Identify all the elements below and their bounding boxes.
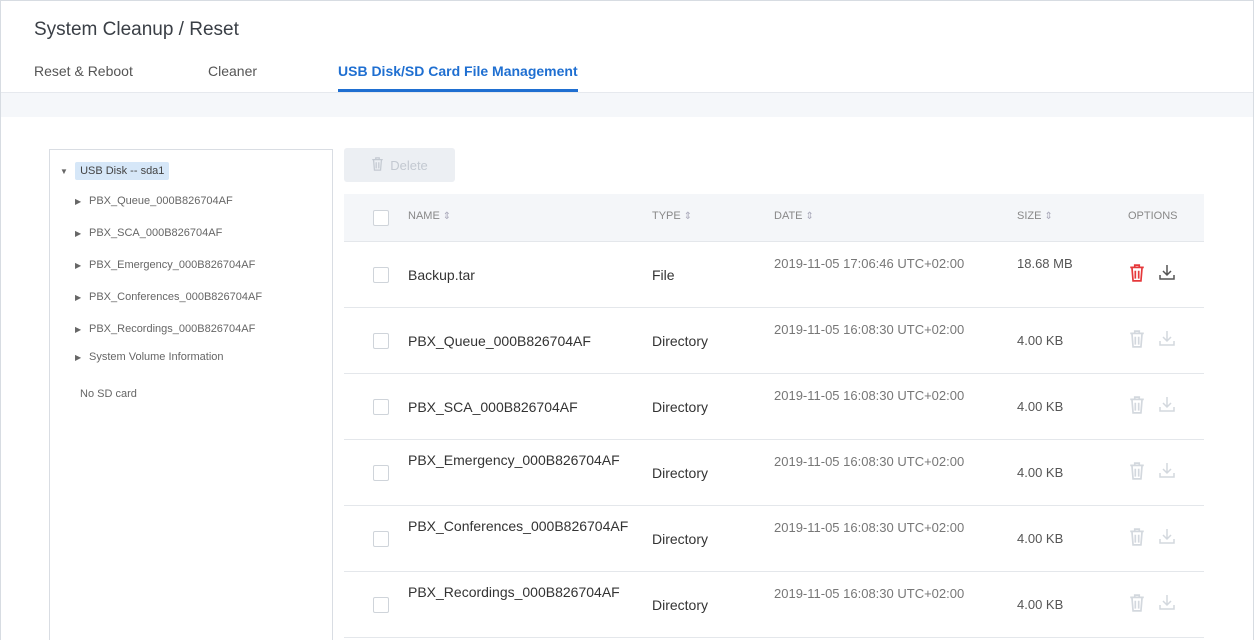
tree-item-system-volume[interactable]: ▶ System Volume Information xyxy=(75,351,224,363)
file-date: 2019-11-05 16:08:30 UTC+02:00 xyxy=(774,322,965,337)
row-checkbox[interactable] xyxy=(373,597,389,613)
trash-icon[interactable] xyxy=(1128,264,1146,282)
column-header-name[interactable]: NAME ⇕ xyxy=(408,210,451,222)
table-row[interactable]: PBX_Recordings_000B826704AF Directory 2019… xyxy=(344,572,1204,638)
tree-item-label: PBX_Recordings_000B826704AF xyxy=(89,323,256,335)
tree-root-label: USB Disk -- sda1 xyxy=(75,162,170,180)
caret-down-icon: ▼ xyxy=(60,167,68,176)
file-size: 4.00 KB xyxy=(1017,531,1064,546)
table-row[interactable]: Backup.tar File 2019-11-05 17:06:46 UTC+02… xyxy=(344,242,1204,308)
file-date: 2019-11-05 16:08:30 UTC+02:00 xyxy=(774,454,965,469)
download-icon[interactable] xyxy=(1158,461,1176,479)
caret-right-icon: ▶ xyxy=(75,293,82,302)
file-size: 4.00 KB xyxy=(1017,465,1064,480)
caret-right-icon: ▶ xyxy=(75,197,82,206)
delete-button[interactable]: Delete xyxy=(344,148,455,182)
file-size: 4.00 KB xyxy=(1017,597,1064,612)
file-type: Directory xyxy=(652,465,709,481)
file-type: File xyxy=(652,267,675,283)
table-row[interactable]: PBX_Conferences_000B826704AF Directory 201… xyxy=(344,506,1204,572)
tree-item-label: System Volume Information xyxy=(89,351,224,363)
download-icon[interactable] xyxy=(1158,329,1176,347)
trash-icon[interactable] xyxy=(1128,528,1146,546)
file-name: PBX_Conferences_000B826704AF xyxy=(408,518,629,534)
caret-right-icon: ▶ xyxy=(75,353,82,362)
row-checkbox[interactable] xyxy=(373,333,389,349)
table-row[interactable]: PBX_Emergency_000B826704AF Directory 2019-… xyxy=(344,440,1204,506)
tree-item-label: PBX_SCA_000B826704AF xyxy=(89,227,223,239)
app-window: System Cleanup / Reset Reset & Reboot Cl… xyxy=(0,0,1254,640)
tree-root-usb-disk[interactable]: ▼ USB Disk -- sda1 xyxy=(60,162,170,180)
tree-item-label: PBX_Queue_000B826704AF xyxy=(89,195,233,207)
caret-right-icon: ▶ xyxy=(75,229,82,238)
file-date: 2019-11-05 16:08:30 UTC+02:00 xyxy=(774,586,965,601)
tab-cleaner[interactable]: Cleaner xyxy=(208,63,257,79)
row-checkbox[interactable] xyxy=(373,531,389,547)
column-header-type[interactable]: TYPE ⇕ xyxy=(652,210,692,222)
trash-icon[interactable] xyxy=(1128,330,1146,348)
column-header-options: OPTIONS xyxy=(1128,210,1178,222)
file-date: 2019-11-05 16:08:30 UTC+02:00 xyxy=(774,388,965,403)
download-icon[interactable] xyxy=(1158,593,1176,611)
caret-right-icon: ▶ xyxy=(75,325,82,334)
download-icon[interactable] xyxy=(1158,527,1176,545)
file-name: PBX_Emergency_000B826704AF xyxy=(408,452,620,468)
caret-right-icon: ▶ xyxy=(75,261,82,270)
sort-icon: ⇕ xyxy=(805,211,814,222)
download-icon[interactable] xyxy=(1158,395,1176,413)
column-header-label: TYPE xyxy=(652,210,681,222)
tree-item-conferences[interactable]: ▶ PBX_Conferences_000B826704AF xyxy=(75,291,262,303)
file-name: Backup.tar xyxy=(408,267,475,283)
column-header-size[interactable]: SIZE ⇕ xyxy=(1017,210,1053,222)
table-row[interactable]: PBX_Queue_000B826704AF Directory 2019-11-0… xyxy=(344,308,1204,374)
column-header-date[interactable]: DATE ⇕ xyxy=(774,210,814,222)
column-header-label: NAME xyxy=(408,210,440,222)
page-header: System Cleanup / Reset Reset & Reboot Cl… xyxy=(1,1,1253,93)
tree-item-emergency[interactable]: ▶ PBX_Emergency_000B826704AF xyxy=(75,259,255,271)
file-date: 2019-11-05 17:06:46 UTC+02:00 xyxy=(774,256,965,271)
tab-reset-reboot[interactable]: Reset & Reboot xyxy=(34,63,133,79)
sort-icon: ⇕ xyxy=(442,211,452,222)
row-checkbox[interactable] xyxy=(373,267,389,283)
table-header: NAME ⇕ TYPE ⇕ DATE ⇕ SIZE ⇕ OPTIONS xyxy=(344,194,1204,242)
trash-icon[interactable] xyxy=(1128,462,1146,480)
file-tree: ▼ USB Disk -- sda1 ▶ PBX_Queue_000B826704… xyxy=(49,149,333,640)
file-date: 2019-11-05 16:08:30 UTC+02:00 xyxy=(774,520,965,535)
tree-item-sca[interactable]: ▶ PBX_SCA_000B826704AF xyxy=(75,227,222,239)
select-all-checkbox[interactable] xyxy=(373,210,389,226)
column-header-label: SIZE xyxy=(1017,210,1042,222)
page-title: System Cleanup / Reset xyxy=(34,19,239,40)
tree-item-label: PBX_Emergency_000B826704AF xyxy=(89,259,256,271)
row-checkbox[interactable] xyxy=(373,399,389,415)
sort-icon: ⇕ xyxy=(683,211,693,222)
column-header-label: DATE xyxy=(774,210,803,222)
tree-item-label: PBX_Conferences_000B826704AF xyxy=(89,291,263,303)
file-size: 18.68 MB xyxy=(1017,256,1073,271)
sort-icon: ⇕ xyxy=(1044,211,1053,222)
file-size: 4.00 KB xyxy=(1017,399,1064,414)
delete-button-label: Delete xyxy=(390,157,428,173)
trash-icon xyxy=(371,156,384,174)
tab-usb-sd-file-management[interactable]: USB Disk/SD Card File Management xyxy=(338,63,578,92)
file-type: Directory xyxy=(652,597,709,613)
no-sd-card-label: No SD card xyxy=(80,388,137,400)
trash-icon[interactable] xyxy=(1128,594,1146,612)
file-name: PBX_Queue_000B826704AF xyxy=(408,333,591,349)
file-name: PBX_SCA_000B826704AF xyxy=(408,399,578,415)
table-row[interactable]: PBX_SCA_000B826704AF Directory 2019-11-05 … xyxy=(344,374,1204,440)
file-name: PBX_Recordings_000B826704AF xyxy=(408,584,620,600)
tree-item-recordings[interactable]: ▶ PBX_Recordings_000B826704AF xyxy=(75,323,255,335)
tree-item-queue[interactable]: ▶ PBX_Queue_000B826704AF xyxy=(75,195,233,207)
file-type: Directory xyxy=(652,333,709,349)
file-type: Directory xyxy=(652,531,709,547)
file-type: Directory xyxy=(652,399,709,415)
row-checkbox[interactable] xyxy=(373,465,389,481)
trash-icon[interactable] xyxy=(1128,396,1146,414)
header-separator xyxy=(1,93,1253,117)
file-size: 4.00 KB xyxy=(1017,333,1064,348)
download-icon[interactable] xyxy=(1158,263,1176,281)
